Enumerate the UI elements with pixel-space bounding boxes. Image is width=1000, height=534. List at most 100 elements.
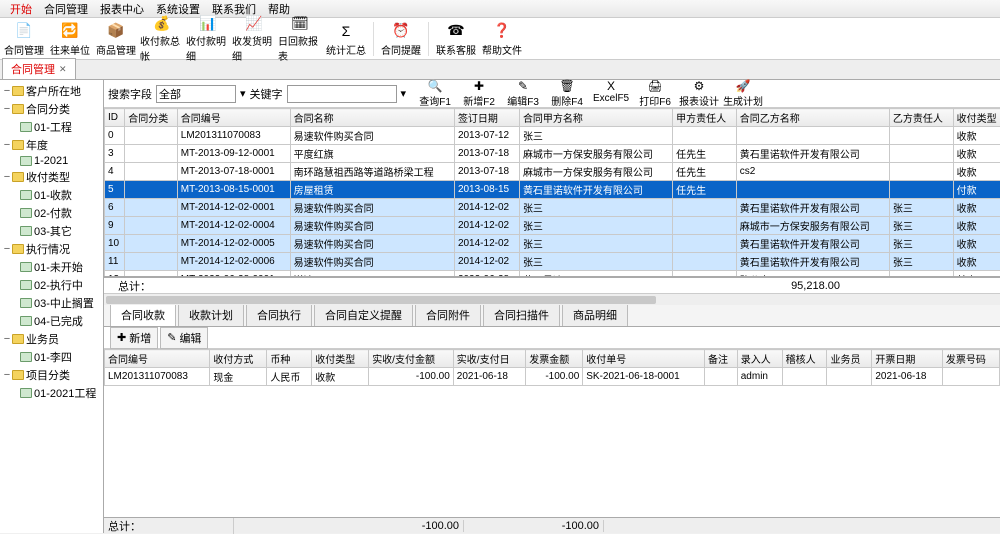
contract-grid-wrap[interactable]: ID合同分类合同编号合同名称签订日期合同甲方名称甲方责任人合同乙方名称乙方责任人… xyxy=(104,108,1000,277)
col-header[interactable]: 签订日期 xyxy=(454,109,519,127)
col-header[interactable]: 合同编号 xyxy=(177,109,290,127)
scroll-thumb[interactable] xyxy=(106,296,656,304)
tree-node[interactable]: −业务员 xyxy=(2,330,101,348)
tree-twisty[interactable]: − xyxy=(2,139,12,151)
subtab[interactable]: 合同扫描件 xyxy=(483,303,560,326)
op-新增F2[interactable]: ✚新增F2 xyxy=(458,77,500,110)
tree-twisty[interactable]: − xyxy=(2,85,12,97)
tree-node[interactable]: 01-2021工程 xyxy=(2,384,101,402)
col-header[interactable]: 合同分类 xyxy=(125,109,178,127)
tree-node[interactable]: 02-执行中 xyxy=(2,276,101,294)
table-row[interactable]: 6MT-2014-12-02-0001易速软件购买合同2014-12-02张三黄… xyxy=(105,199,1000,217)
nav-tree[interactable]: −客户所在地−合同分类01-工程−年度1-2021−收付类型01-收款02-付款… xyxy=(0,80,104,533)
toolbar-收发货明细[interactable]: 📈收发货明细 xyxy=(232,19,276,59)
tree-node[interactable]: −年度 xyxy=(2,136,101,154)
op-查询F1[interactable]: 🔍查询F1 xyxy=(414,77,456,110)
col-header[interactable]: 实收/支付日 xyxy=(453,350,525,368)
subtab[interactable]: 商品明细 xyxy=(562,303,628,326)
tree-node[interactable]: 02-付款 xyxy=(2,204,101,222)
tree-node[interactable]: 01-未开始 xyxy=(2,258,101,276)
table-row[interactable]: 0LM201311070083易速软件购买合同2013-07-12张三收款2.0… xyxy=(105,127,1000,145)
col-header[interactable]: 实收/支付金额 xyxy=(369,350,454,368)
table-row[interactable]: 3MT-2013-09-12-0001平度红旗2013-07-18麻城市一方保安… xyxy=(105,145,1000,163)
toolbar-往来单位[interactable]: 🔁往来单位 xyxy=(48,19,92,59)
menu-report[interactable]: 报表中心 xyxy=(94,1,150,17)
col-header[interactable]: 合同编号 xyxy=(105,350,210,368)
toolbar-统计汇总[interactable]: Σ统计汇总 xyxy=(324,19,368,59)
subtab[interactable]: 合同自定义提醒 xyxy=(314,303,413,326)
tab-contract-mgmt[interactable]: 合同管理 ✕ xyxy=(2,58,76,79)
toolbar-帮助文件[interactable]: ❓帮助文件 xyxy=(480,19,524,59)
tree-node[interactable]: −合同分类 xyxy=(2,100,101,118)
table-row[interactable]: 13MT-2022-06-28-0001送达2022-06-28黄石易速路公交其… xyxy=(105,271,1000,278)
col-header[interactable]: 收付类型 xyxy=(953,109,1000,127)
toolbar-收付款明细[interactable]: 📊收付款明细 xyxy=(186,19,230,59)
detail-grid-wrap[interactable]: 合同编号收付方式币种收付类型实收/支付金额实收/支付日发票金额收付单号备注录入人… xyxy=(104,349,1000,517)
menu-contract[interactable]: 合同管理 xyxy=(38,1,94,17)
tree-node[interactable]: 04-已完成 xyxy=(2,312,101,330)
table-row[interactable]: 9MT-2014-12-02-0004易速软件购买合同2014-12-02张三麻… xyxy=(105,217,1000,235)
detail-edit-button[interactable]: ✎编辑 xyxy=(160,327,208,349)
tree-twisty[interactable]: − xyxy=(2,369,12,381)
tree-twisty[interactable]: − xyxy=(2,171,12,183)
table-row[interactable]: 10MT-2014-12-02-0005易速软件购买合同2014-12-02张三… xyxy=(105,235,1000,253)
toolbar-合同管理[interactable]: 📄合同管理 xyxy=(2,19,46,59)
op-生成计划[interactable]: 🚀生成计划 xyxy=(722,77,764,110)
table-row[interactable]: 11MT-2014-12-02-0006易速软件购买合同2014-12-02张三… xyxy=(105,253,1000,271)
col-header[interactable]: 发票金额 xyxy=(526,350,583,368)
tree-node[interactable]: 01-收款 xyxy=(2,186,101,204)
toolbar-收付款总帐[interactable]: 💰收付款总帐 xyxy=(140,19,184,59)
table-row[interactable]: 5MT-2013-08-15-0001房屋租赁2013-08-15黄石里诺软件开… xyxy=(105,181,1000,199)
op-ExcelF5[interactable]: XExcelF5 xyxy=(590,77,632,110)
tree-node[interactable]: −收付类型 xyxy=(2,168,101,186)
menu-start[interactable]: 开始 xyxy=(4,1,38,17)
col-header[interactable]: 收付类型 xyxy=(312,350,369,368)
tree-node[interactable]: 03-中止搁置 xyxy=(2,294,101,312)
detail-add-button[interactable]: ✚新增 xyxy=(110,327,158,349)
search-field-combo[interactable] xyxy=(156,85,236,103)
tree-node[interactable]: 01-李四 xyxy=(2,348,101,366)
dropdown-icon[interactable]: ▾ xyxy=(240,87,246,100)
tree-node[interactable]: −项目分类 xyxy=(2,366,101,384)
col-header[interactable]: 合同名称 xyxy=(290,109,454,127)
tree-twisty[interactable]: − xyxy=(2,243,12,255)
keyword-input[interactable] xyxy=(287,85,397,103)
col-header[interactable]: 甲方责任人 xyxy=(673,109,737,127)
col-header[interactable]: 录入人 xyxy=(737,350,782,368)
col-header[interactable]: 收付方式 xyxy=(210,350,267,368)
dropdown-icon[interactable]: ▾ xyxy=(401,87,407,100)
op-打印F6[interactable]: 🖨打印F6 xyxy=(634,77,676,110)
toolbar-日回款报表[interactable]: 🗓日回款报表 xyxy=(278,19,322,59)
tree-node[interactable]: 01-工程 xyxy=(2,118,101,136)
toolbar-联系客服[interactable]: ☎联系客服 xyxy=(434,19,478,59)
table-row[interactable]: 4MT-2013-07-18-0001南环路慧祖西路等道路桥梁工程2013-07… xyxy=(105,163,1000,181)
col-header[interactable]: ID xyxy=(105,109,125,127)
h-scrollbar[interactable] xyxy=(104,293,1000,305)
col-header[interactable]: 合同乙方名称 xyxy=(736,109,889,127)
col-header[interactable]: 业务员 xyxy=(827,350,872,368)
tree-node[interactable]: −执行情况 xyxy=(2,240,101,258)
tree-node[interactable]: 03-其它 xyxy=(2,222,101,240)
col-header[interactable]: 乙方责任人 xyxy=(889,109,953,127)
table-row[interactable]: LM201311070083现金人民币收款-100.002021-06-18-1… xyxy=(105,368,1000,386)
subtab[interactable]: 合同执行 xyxy=(246,303,312,326)
subtab[interactable]: 收款计划 xyxy=(178,303,244,326)
col-header[interactable]: 币种 xyxy=(267,350,312,368)
op-报表设计[interactable]: ⚙报表设计 xyxy=(678,77,720,110)
col-header[interactable]: 备注 xyxy=(705,350,738,368)
subtab[interactable]: 合同附件 xyxy=(415,303,481,326)
col-header[interactable]: 发票号码 xyxy=(942,350,999,368)
toolbar-合同提醒[interactable]: ⏰合同提醒 xyxy=(379,19,423,59)
col-header[interactable]: 开票日期 xyxy=(872,350,943,368)
toolbar-商品管理[interactable]: 📦商品管理 xyxy=(94,19,138,59)
col-header[interactable]: 收付单号 xyxy=(583,350,705,368)
detail-grid[interactable]: 合同编号收付方式币种收付类型实收/支付金额实收/支付日发票金额收付单号备注录入人… xyxy=(104,349,1000,386)
tree-node[interactable]: 1-2021 xyxy=(2,154,101,168)
tree-node[interactable]: −客户所在地 xyxy=(2,82,101,100)
col-header[interactable]: 稽核人 xyxy=(782,350,827,368)
contract-grid[interactable]: ID合同分类合同编号合同名称签订日期合同甲方名称甲方责任人合同乙方名称乙方责任人… xyxy=(104,108,1000,277)
op-编辑F3[interactable]: ✎编辑F3 xyxy=(502,77,544,110)
tree-twisty[interactable]: − xyxy=(2,103,12,115)
subtab[interactable]: 合同收款 xyxy=(110,303,176,326)
op-删除F4[interactable]: 🗑删除F4 xyxy=(546,77,588,110)
